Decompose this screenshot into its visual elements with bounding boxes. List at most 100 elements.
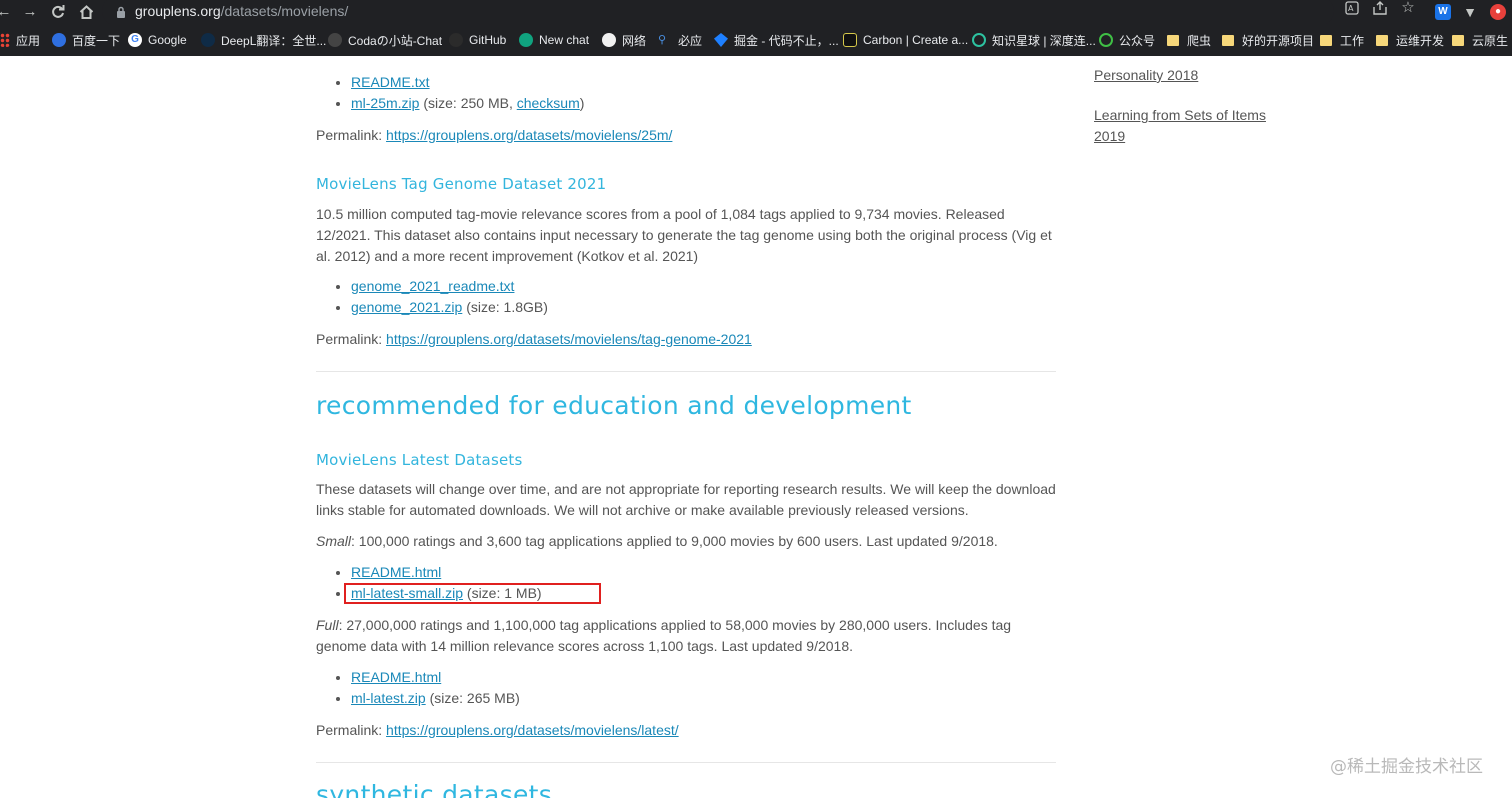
bookmark-zsxq[interactable]: 知识星球 | 深度连... (972, 24, 1096, 56)
bookmark-deepl[interactable]: DeepL翻译：全世... (201, 24, 326, 56)
reload-icon[interactable] (48, 2, 68, 22)
ml-25m-zip-link[interactable]: ml-25m.zip (351, 95, 419, 111)
sidebar-link-personality-2018[interactable]: Personality 2018 (1094, 65, 1198, 86)
carbon-icon (843, 33, 857, 47)
red-extension-icon[interactable]: ● (1490, 4, 1506, 20)
bookmark-label: 必应 (678, 33, 703, 48)
url-path: /datasets/movielens/ (220, 3, 349, 19)
section-divider (316, 762, 1056, 763)
bookmark-folder-work[interactable]: 工作 (1320, 24, 1364, 56)
ml-latest-zip-link[interactable]: ml-latest.zip (351, 690, 426, 706)
permalink-label: Permalink: (316, 722, 387, 738)
bookmark-coda[interactable]: Codaの小站-Chat (328, 24, 442, 56)
file-meta: (size: 265 MB) (425, 690, 520, 706)
bookmark-github[interactable]: GitHub (449, 24, 506, 56)
v-extension-icon[interactable]: ▼ (1462, 4, 1478, 20)
baidu-icon (52, 33, 66, 47)
bookmark-label: Google (148, 33, 187, 47)
bookmark-baidu[interactable]: 百度一下 (52, 24, 120, 56)
latest-description: These datasets will change over time, an… (316, 481, 1056, 518)
readme-txt-link[interactable]: README.txt (351, 74, 430, 90)
folder-icon (1167, 34, 1179, 46)
bookmark-label: GitHub (469, 33, 507, 47)
list-item: README.txt (351, 72, 584, 93)
list-item: README.html (351, 562, 542, 583)
url-host: grouplens.org (135, 3, 221, 19)
bookmark-wechat[interactable]: 公众号 (1099, 24, 1155, 56)
genome-readme-link[interactable]: genome_2021_readme.txt (351, 278, 514, 294)
ml25m-permalink-row: Permalink: https://grouplens.org/dataset… (316, 125, 672, 146)
share-icon[interactable] (1370, 0, 1390, 18)
bookmark-apps[interactable]: 应用 (0, 24, 40, 56)
watermark-text: @稀土掘金技术社区 (1330, 757, 1483, 777)
list-item: genome_2021_readme.txt (351, 276, 548, 297)
coda-icon (328, 33, 342, 47)
page-content: Personality 2018 Learning from Sets of I… (0, 56, 1512, 798)
genome-permalink-row: Permalink: https://grouplens.org/dataset… (316, 329, 752, 350)
full-label: Full (316, 617, 339, 633)
small-readme-link[interactable]: README.html (351, 564, 441, 580)
address-bar[interactable]: grouplens.org/datasets/movielens/ A ☆ (102, 0, 1415, 26)
forward-arrow-icon[interactable]: → (20, 2, 40, 22)
small-label: Small (316, 533, 352, 549)
bookmark-folder-cloudnative[interactable]: 云原生 (1452, 24, 1508, 56)
juejin-icon (714, 33, 728, 47)
genome-permalink[interactable]: https://grouplens.org/datasets/movielens… (386, 331, 752, 347)
bookmark-label: 掘金 - 代码不止，... (734, 33, 839, 48)
genome-zip-link[interactable]: genome_2021.zip (351, 299, 462, 315)
latest-dataset-title: MovieLens Latest Datasets (316, 451, 523, 469)
permalink-label: Permalink: (316, 331, 387, 347)
file-meta: (size: 1.8GB) (462, 299, 548, 315)
url-text[interactable]: grouplens.org/datasets/movielens/ (135, 1, 348, 21)
sidebar-link-learning-from-sets[interactable]: Learning from Sets of Items 2019 (1094, 105, 1284, 147)
checksum-link[interactable]: checksum (517, 95, 580, 111)
bookmark-juejin[interactable]: 掘金 - 代码不止，... (714, 24, 839, 56)
section-divider (316, 371, 1056, 372)
back-arrow-icon[interactable]: ← (0, 2, 14, 22)
bookmark-folder-crawler[interactable]: 爬虫 (1167, 24, 1211, 56)
apps-grid-icon (0, 33, 10, 47)
wechat-icon (1099, 33, 1113, 47)
latest-permalink[interactable]: https://grouplens.org/datasets/movielens… (386, 722, 679, 738)
home-icon[interactable] (76, 2, 96, 22)
github-icon (449, 33, 463, 47)
list-item: ml-25m.zip (size: 250 MB, checksum) (351, 93, 584, 114)
file-meta: (size: 250 MB, (419, 95, 517, 111)
genome-file-list: genome_2021_readme.txt genome_2021.zip (… (316, 276, 548, 318)
openai-icon (519, 33, 533, 47)
full-text: : 27,000,000 ratings and 1,100,000 tag a… (316, 617, 1012, 654)
svg-text:A: A (1348, 4, 1354, 13)
bookmark-network[interactable]: 网络 (602, 24, 646, 56)
genome-dataset-title: MovieLens Tag Genome Dataset 2021 (316, 175, 607, 193)
w-extension-icon[interactable]: W (1435, 4, 1451, 20)
translate-icon[interactable]: A (1342, 0, 1362, 18)
bookmark-new-chat[interactable]: New chat (519, 24, 589, 56)
bookmark-bing[interactable]: ⚲ 必应 (658, 24, 702, 56)
bookmark-folder-devops[interactable]: 运维开发 (1376, 24, 1444, 56)
bookmark-label: 知识星球 | 深度连... (992, 33, 1096, 48)
full-readme-link[interactable]: README.html (351, 669, 441, 685)
small-dataset-summary: Small: 100,000 ratings and 3,600 tag app… (316, 531, 1061, 552)
lock-icon[interactable] (116, 6, 126, 18)
star-icon[interactable]: ☆ (1398, 0, 1418, 18)
full-file-list: README.html ml-latest.zip (size: 265 MB) (316, 667, 520, 709)
ml25m-file-list: README.txt ml-25m.zip (size: 250 MB, che… (316, 72, 584, 114)
education-section-title: recommended for education and developmen… (316, 391, 912, 420)
ml25m-permalink[interactable]: https://grouplens.org/datasets/movielens… (386, 127, 672, 143)
bookmark-label: New chat (539, 33, 590, 47)
folder-icon (1222, 34, 1234, 46)
bookmark-label: DeepL翻译：全世... (221, 33, 327, 48)
bookmark-label: 好的开源项目 (1242, 33, 1315, 48)
folder-icon (1320, 34, 1332, 46)
permalink-label: Permalink: (316, 127, 387, 143)
deepl-icon (201, 33, 215, 47)
genome-description: 10.5 million computed tag-movie relevanc… (316, 206, 1052, 264)
bookmark-google[interactable]: G Google (128, 24, 187, 56)
bookmark-folder-opensource[interactable]: 好的开源项目 (1222, 24, 1314, 56)
browser-toolbar: ← → grouplens.org/datasets/movielens/ A … (0, 0, 1512, 26)
list-item: README.html (351, 667, 520, 688)
synthetic-section-title: synthetic datasets (316, 780, 553, 798)
bookmark-label: 爬虫 (1187, 33, 1212, 48)
bookmark-carbon[interactable]: Carbon | Create a... (843, 24, 968, 56)
small-text: : 100,000 ratings and 3,600 tag applicat… (351, 533, 998, 549)
